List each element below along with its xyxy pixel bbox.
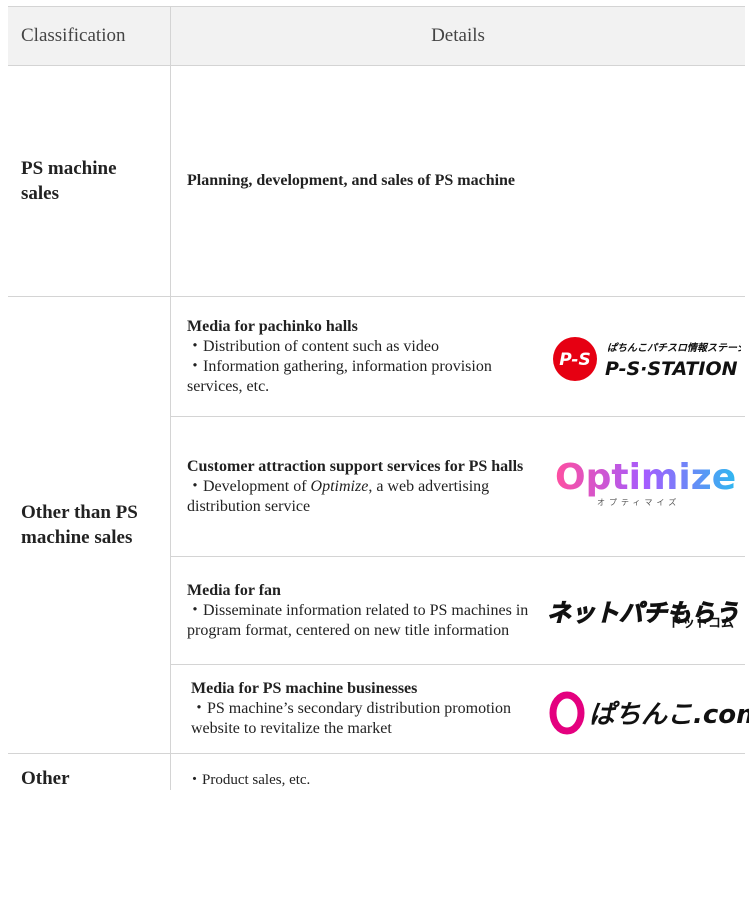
classification-label: Other — [21, 768, 70, 789]
svg-text:Optimize: Optimize — [555, 457, 736, 498]
pachinko-com-logo: ぱちんこ.com — [549, 687, 752, 735]
item-line: ・Information gathering, information prov… — [187, 357, 492, 395]
item-line: ・Development of Optimize, a web advertis… — [187, 477, 490, 515]
item-line: ・Disseminate information related to PS m… — [187, 601, 529, 639]
svg-text:ドットコム: ドットコム — [669, 616, 734, 631]
item-title: Customer attraction support services for… — [187, 457, 524, 475]
svg-text:P-S·STATION: P-S·STATION — [605, 358, 738, 380]
list-item: Media for pachinko halls ・Distribution o… — [171, 297, 752, 417]
svg-text:ぱちんこ.com: ぱちんこ.com — [589, 700, 749, 730]
list-item: Media for PS machine businesses ・PS mach… — [171, 665, 752, 753]
classification-label: Other than PS machine sales — [21, 502, 138, 548]
table-row: Other than PS machine sales Media for pa… — [8, 297, 752, 754]
detail-text: Planning, development, and sales of PS m… — [187, 172, 516, 189]
optimize-logo: Optimize オプティマイズ — [551, 453, 741, 509]
item-line: ・PS machine’s secondary distribution pro… — [191, 700, 511, 737]
business-table: Classification Details PS machine sales … — [8, 6, 752, 790]
detail-text: ・Product sales, etc. — [187, 772, 311, 788]
svg-text:ぱちんこパチスロ情報ステーション: ぱちんこパチスロ情報ステーション — [607, 342, 741, 354]
item-title: Media for PS machine businesses — [191, 680, 418, 697]
table-row: Other ・Product sales, etc. — [8, 754, 745, 790]
table-header: Classification Details — [8, 7, 745, 66]
item-title: Media for fan — [187, 581, 281, 599]
details-header: Details — [431, 25, 485, 46]
net-pachimoro-logo: ネットパチもらう ドットコム — [547, 587, 743, 635]
classification-header: Classification — [8, 7, 171, 65]
ps-station-logo: P-S ぱちんこパチスロ情報ステーション P-S·STATION — [551, 335, 752, 383]
list-item: Media for fan ・Disseminate information r… — [171, 557, 745, 665]
svg-text:オプティマイズ: オプティマイズ — [597, 497, 680, 507]
list-item: Customer attraction support services for… — [171, 417, 745, 557]
item-title: Media for pachinko halls — [187, 317, 358, 335]
classification-label: PS machine sales — [21, 158, 117, 204]
item-line: ・Distribution of content such as video — [187, 337, 439, 355]
table-row: PS machine sales Planning, development, … — [8, 66, 745, 297]
svg-text:P-S: P-S — [559, 350, 590, 370]
